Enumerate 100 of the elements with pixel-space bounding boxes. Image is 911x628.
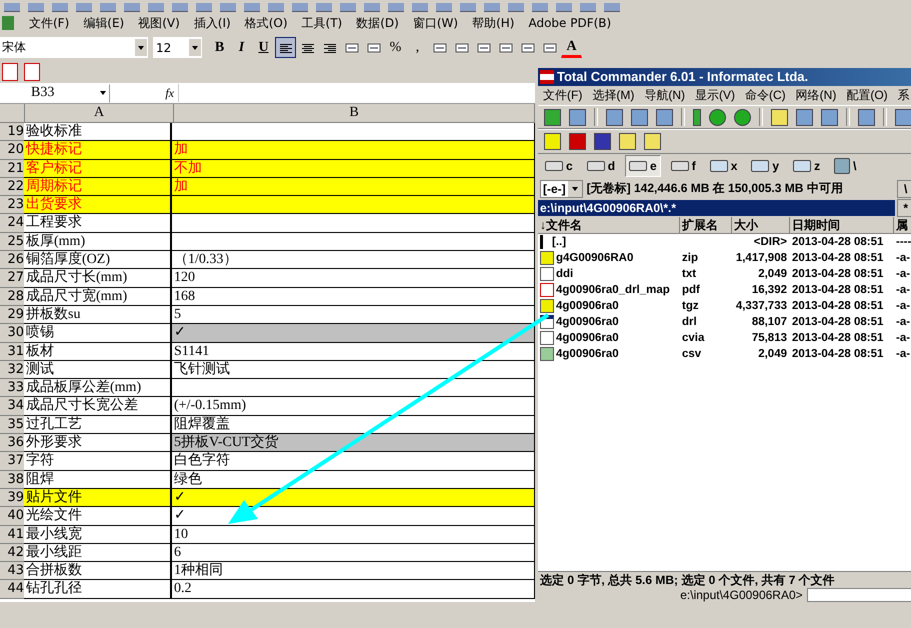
row-header[interactable]: 37: [0, 452, 24, 471]
file-name[interactable]: 4g00906ra0_drl_map: [556, 282, 670, 298]
menu-item[interactable]: 插入(I): [186, 14, 238, 32]
drive-button[interactable]: c: [541, 155, 577, 178]
menu-item[interactable]: 帮助(H): [465, 14, 522, 32]
menu-item[interactable]: 配置(O): [841, 86, 893, 104]
toolbar-icon[interactable]: [292, 3, 308, 12]
row-header[interactable]: 25: [0, 232, 24, 252]
row-header[interactable]: 19: [0, 123, 24, 142]
drive-button[interactable]: x: [706, 155, 742, 178]
font-color-button[interactable]: A: [561, 37, 582, 58]
file-name[interactable]: 4g00906ra0: [556, 330, 619, 346]
italic-button[interactable]: I: [231, 37, 252, 58]
filter-button[interactable]: *: [896, 199, 911, 218]
menu-item[interactable]: 窗口(W): [406, 14, 466, 32]
menu-item[interactable]: 数据(D): [349, 14, 406, 32]
menu-item[interactable]: 编辑(E): [76, 14, 132, 32]
drive-button[interactable]: d: [582, 155, 620, 178]
row-header[interactable]: 27: [0, 269, 24, 288]
underline-button[interactable]: U: [253, 37, 274, 58]
row-header[interactable]: 43: [0, 562, 24, 580]
toolbar-icon[interactable]: [244, 3, 260, 12]
column-header[interactable]: A: [25, 104, 174, 122]
row-header[interactable]: 23: [0, 196, 24, 214]
menu-item[interactable]: Adobe PDF(B): [521, 16, 618, 30]
toolbar-icon[interactable]: [484, 3, 500, 12]
root-button[interactable]: \: [896, 180, 911, 198]
row-header[interactable]: 41: [0, 526, 24, 544]
row-header[interactable]: 42: [0, 544, 24, 562]
row-header[interactable]: 35: [0, 416, 24, 434]
toolbar-icon[interactable]: [580, 3, 596, 12]
row-header[interactable]: 20: [0, 141, 24, 160]
toolbar-icon[interactable]: [76, 3, 92, 12]
drive-button[interactable]: e: [625, 155, 661, 178]
toolbar-icon[interactable]: [412, 3, 428, 12]
column-header[interactable]: 大小: [732, 217, 790, 234]
row-header[interactable]: 39: [0, 488, 24, 508]
menu-item[interactable]: 格式(O): [238, 14, 295, 32]
toolbar-icon[interactable]: [364, 3, 380, 12]
toolbar-icon[interactable]: [4, 3, 20, 12]
row-header[interactable]: 22: [0, 178, 24, 196]
toolbar-icon[interactable]: [268, 3, 284, 12]
row-header[interactable]: 24: [0, 214, 24, 233]
toolbar-icon[interactable]: [220, 3, 236, 12]
toolbar-icon[interactable]: [436, 3, 452, 12]
row-header[interactable]: 26: [0, 251, 24, 270]
drive-button[interactable]: z: [789, 155, 824, 178]
menu-item[interactable]: 显示(V): [690, 86, 740, 104]
toolbar-icon[interactable]: [388, 3, 404, 12]
row-header[interactable]: 28: [0, 288, 24, 306]
menu-item[interactable]: 命令(C): [740, 86, 791, 104]
toolbar-icon[interactable]: [460, 3, 476, 12]
font-name-field[interactable]: 宋体: [0, 37, 148, 58]
menu-item[interactable]: 系: [892, 86, 911, 104]
menu-item[interactable]: 网络(N): [790, 86, 842, 104]
file-name[interactable]: 4g00906ra0: [556, 298, 619, 314]
toolbar-icon[interactable]: [532, 3, 548, 12]
drive-dropdown[interactable]: [-e-]: [540, 180, 583, 198]
toolbar-icon[interactable]: [556, 3, 572, 12]
font-size-field[interactable]: 12: [153, 37, 202, 58]
row-header[interactable]: 33: [0, 379, 24, 398]
comma-button[interactable]: ,: [407, 37, 428, 58]
toolbar-icon[interactable]: [28, 3, 44, 12]
menu-item[interactable]: 文件(F): [538, 86, 588, 104]
toolbar-icon[interactable]: [52, 3, 68, 12]
file-name[interactable]: 4g00906ra0: [556, 346, 619, 362]
toolbar-icon[interactable]: [172, 3, 188, 12]
percent-button[interactable]: %: [385, 37, 406, 58]
align-left-button[interactable]: [275, 37, 296, 58]
toolbar-icon[interactable]: [124, 3, 140, 12]
toolbar-icon[interactable]: [508, 3, 524, 12]
drive-button[interactable]: y: [747, 155, 784, 178]
row-header[interactable]: 38: [0, 470, 24, 489]
file-name[interactable]: ddi: [556, 266, 574, 282]
file-name[interactable]: [..]: [552, 234, 566, 250]
menu-item[interactable]: 选择(M): [587, 86, 640, 104]
toolbar-icon[interactable]: [340, 3, 356, 12]
drive-button[interactable]: \: [830, 155, 860, 178]
row-header[interactable]: 32: [0, 360, 24, 380]
row-header[interactable]: 30: [0, 324, 24, 343]
toolbar-icon[interactable]: [604, 3, 620, 12]
command-input[interactable]: [806, 588, 911, 602]
file-name[interactable]: g4G00906RA0: [556, 250, 634, 266]
bold-button[interactable]: B: [209, 37, 230, 58]
row-header[interactable]: 21: [0, 160, 24, 178]
row-header[interactable]: 34: [0, 397, 24, 416]
menu-item[interactable]: 文件(F): [22, 14, 76, 32]
toolbar-icon[interactable]: [196, 3, 212, 12]
drive-button[interactable]: f: [666, 155, 700, 178]
column-header[interactable]: 扩展名: [680, 217, 732, 234]
menu-item[interactable]: 视图(V): [131, 14, 187, 32]
row-header[interactable]: 40: [0, 507, 24, 526]
toolbar-icon[interactable]: [100, 3, 116, 12]
menu-item[interactable]: 导航(N): [639, 86, 690, 104]
row-header[interactable]: 31: [0, 342, 24, 361]
row-header[interactable]: 29: [0, 306, 24, 324]
toolbar-icon[interactable]: [316, 3, 332, 12]
row-header[interactable]: 44: [0, 580, 24, 599]
menu-item[interactable]: 工具(T): [294, 14, 350, 32]
toolbar-icon[interactable]: [148, 3, 164, 12]
